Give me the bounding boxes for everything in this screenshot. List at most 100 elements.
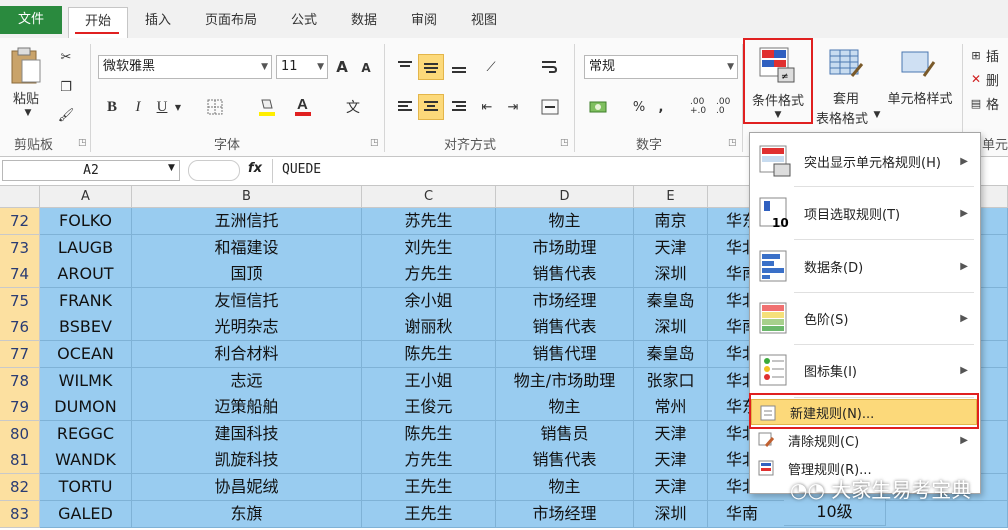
table-cell[interactable]: 友恒信托 <box>132 288 362 315</box>
paste-dropdown-icon[interactable]: ▼ <box>22 108 34 118</box>
decrease-indent-icon[interactable]: ⇤ <box>476 96 498 118</box>
paste-icon[interactable] <box>6 44 46 88</box>
tab-insert[interactable]: 插入 <box>138 8 178 34</box>
select-all-corner[interactable] <box>0 186 40 208</box>
column-header-e[interactable]: E <box>634 186 708 208</box>
table-cell[interactable]: 物主/市场助理 <box>496 368 634 395</box>
row-header[interactable]: 72 <box>0 208 40 235</box>
row-header[interactable]: 76 <box>0 314 40 341</box>
tab-home[interactable]: 开始 <box>68 7 128 40</box>
chevron-down-icon[interactable]: ▼ <box>872 110 882 120</box>
table-cell[interactable]: 销售代表 <box>496 261 634 288</box>
table-cell[interactable]: 秦皇岛 <box>634 341 708 368</box>
align-middle-icon[interactable] <box>418 54 444 80</box>
phonetic-guide-icon[interactable]: 文 <box>340 94 366 120</box>
chevron-down-icon[interactable]: ▼ <box>168 163 175 173</box>
italic-button[interactable]: I <box>128 96 148 118</box>
table-cell[interactable]: DUMON <box>40 394 132 421</box>
format-cells-icon[interactable]: ▤ <box>968 94 984 112</box>
copy-icon[interactable]: ❐ <box>56 76 76 98</box>
table-cell[interactable]: 陈先生 <box>362 421 496 448</box>
comma-button[interactable]: , <box>654 96 668 118</box>
grow-font-button[interactable]: A <box>332 56 352 78</box>
table-cell[interactable]: 王俊元 <box>362 394 496 421</box>
tab-data[interactable]: 数据 <box>344 8 384 34</box>
menu-item-icon-sets[interactable]: 图标集(I) ▶ <box>750 345 978 395</box>
shrink-font-button[interactable]: A <box>356 58 376 78</box>
cell-styles-label[interactable]: 单元格样式 <box>882 88 958 107</box>
tab-page-layout[interactable]: 页面布局 <box>198 8 264 34</box>
font-size-combo[interactable]: 11 ▼ <box>276 55 328 79</box>
currency-icon[interactable] <box>586 96 612 118</box>
tab-review[interactable]: 审阅 <box>404 8 444 34</box>
align-bottom-icon[interactable] <box>448 56 470 78</box>
table-cell[interactable]: 王先生 <box>362 474 496 501</box>
table-cell[interactable]: 天津 <box>634 421 708 448</box>
table-cell[interactable]: WILMK <box>40 368 132 395</box>
tab-view[interactable]: 视图 <box>464 8 504 34</box>
table-cell[interactable]: 物主 <box>496 474 634 501</box>
name-box[interactable]: A2 <box>2 160 180 181</box>
format-painter-icon[interactable]: 🖌 <box>56 104 76 126</box>
table-cell[interactable]: BSBEV <box>40 314 132 341</box>
table-cell[interactable]: 谢丽秋 <box>362 314 496 341</box>
table-cell[interactable]: 王先生 <box>362 501 496 528</box>
table-cell[interactable]: 深圳 <box>634 261 708 288</box>
row-header[interactable]: 77 <box>0 341 40 368</box>
cut-icon[interactable]: ✂ <box>56 46 76 68</box>
row-header[interactable]: 73 <box>0 235 40 262</box>
tab-file[interactable]: 文件 <box>0 6 62 34</box>
align-left-icon[interactable] <box>394 96 416 118</box>
menu-item-color-scales[interactable]: 色阶(S) ▶ <box>750 293 978 343</box>
table-cell[interactable]: 市场助理 <box>496 235 634 262</box>
table-cell[interactable]: 志远 <box>132 368 362 395</box>
table-cell[interactable]: 南京 <box>634 208 708 235</box>
align-right-icon[interactable] <box>448 96 470 118</box>
table-cell[interactable]: 天津 <box>634 474 708 501</box>
table-cell[interactable]: 天津 <box>634 447 708 474</box>
chevron-down-icon[interactable]: ▼ <box>172 100 184 114</box>
align-center-icon[interactable] <box>418 94 444 120</box>
row-header[interactable]: 82 <box>0 474 40 501</box>
table-cell[interactable]: 国顶 <box>132 261 362 288</box>
table-cell[interactable]: 王小姐 <box>362 368 496 395</box>
underline-button[interactable]: U <box>152 96 172 118</box>
table-cell[interactable]: 陈先生 <box>362 341 496 368</box>
table-cell[interactable]: 五洲信托 <box>132 208 362 235</box>
delete-cells-label[interactable]: 删 <box>986 70 1006 89</box>
row-header[interactable]: 78 <box>0 368 40 395</box>
font-launcher-icon[interactable]: ◳ <box>370 138 379 148</box>
menu-item-highlight-cells-rules[interactable]: 突出显示单元格规则(H) ▶ <box>750 137 978 185</box>
column-header-b[interactable]: B <box>132 186 362 208</box>
column-header-a[interactable]: A <box>40 186 132 208</box>
table-cell[interactable]: 迈策船舶 <box>132 394 362 421</box>
table-cell[interactable]: 方先生 <box>362 447 496 474</box>
column-header-d[interactable]: D <box>496 186 634 208</box>
table-cell[interactable]: 刘先生 <box>362 235 496 262</box>
font-name-combo[interactable]: 微软雅黑 ▼ <box>98 55 272 79</box>
row-header[interactable]: 79 <box>0 394 40 421</box>
table-cell[interactable]: 余小姐 <box>362 288 496 315</box>
formula-bar-grip[interactable] <box>188 160 240 181</box>
formula-input[interactable]: QUEDE <box>282 162 321 177</box>
table-cell[interactable]: GALED <box>40 501 132 528</box>
table-cell[interactable]: 常州 <box>634 394 708 421</box>
table-cell[interactable]: 市场经理 <box>496 501 634 528</box>
table-cell[interactable]: 销售代表 <box>496 447 634 474</box>
decrease-decimal-button[interactable]: .00 .0 <box>716 96 738 118</box>
table-cell[interactable]: 物主 <box>496 208 634 235</box>
table-cell[interactable]: 销售代表 <box>496 314 634 341</box>
menu-item-clear-rules[interactable]: 清除规则(C) ▶ <box>750 427 978 453</box>
increase-indent-icon[interactable]: ⇥ <box>502 96 524 118</box>
fill-color-icon[interactable] <box>256 96 278 118</box>
number-format-combo[interactable]: 常规 ▼ <box>584 55 738 79</box>
tab-formulas[interactable]: 公式 <box>284 8 324 34</box>
table-cell[interactable]: 利合材料 <box>132 341 362 368</box>
table-cell[interactable]: 深圳 <box>634 314 708 341</box>
percent-button[interactable]: % <box>630 96 648 118</box>
table-cell[interactable]: 协昌妮绒 <box>132 474 362 501</box>
increase-decimal-button[interactable]: .00 +.0 <box>690 96 712 118</box>
row-header[interactable]: 75 <box>0 288 40 315</box>
clipboard-launcher-icon[interactable]: ◳ <box>78 138 87 148</box>
orientation-icon[interactable]: ⟋ <box>478 56 504 78</box>
